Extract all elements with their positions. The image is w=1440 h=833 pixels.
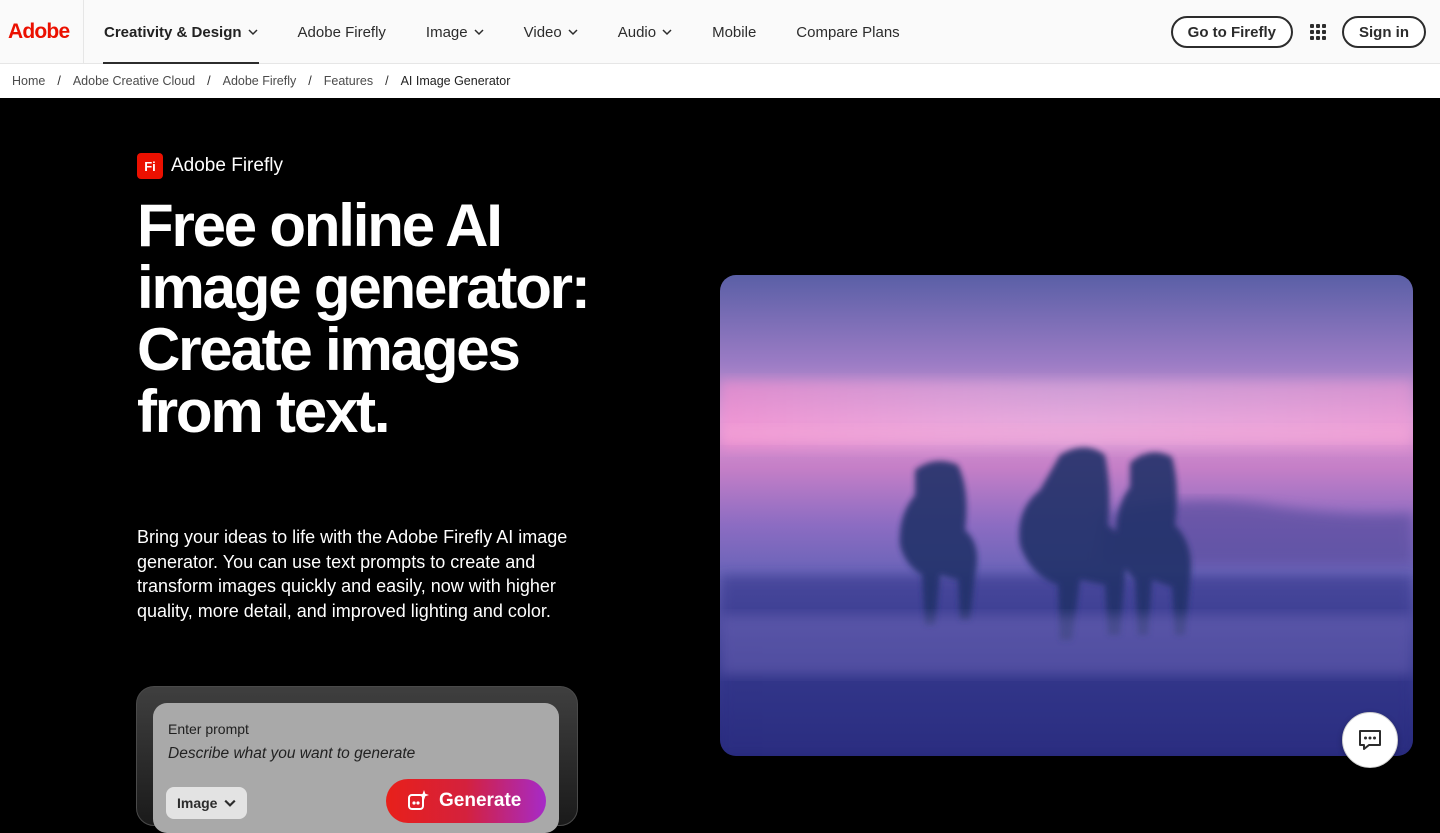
- nav-item-image[interactable]: Image: [426, 0, 484, 64]
- generation-type-dropdown[interactable]: Image: [166, 787, 248, 819]
- breadcrumb-features[interactable]: Features: [324, 74, 373, 88]
- horses-image: [720, 275, 1413, 756]
- prompt-panel: Enter prompt Image Generate: [136, 686, 578, 833]
- firefly-logo-icon: Fi: [137, 153, 163, 179]
- chat-button[interactable]: [1342, 712, 1398, 768]
- breadcrumb-home[interactable]: Home: [12, 74, 45, 88]
- logo-divider: [83, 0, 84, 64]
- breadcrumb-separator: /: [308, 74, 312, 88]
- main-menu: Creativity & Design Adobe Firefly Image …: [103, 0, 940, 64]
- breadcrumb-separator: /: [207, 74, 211, 88]
- breadcrumb-current-page: AI Image Generator: [400, 74, 511, 88]
- nav-item-audio[interactable]: Audio: [618, 0, 672, 64]
- product-name: Adobe Firefly: [171, 155, 283, 176]
- breadcrumb-creative-cloud[interactable]: Adobe Creative Cloud: [73, 74, 195, 88]
- hero-description: Bring your ideas to life with the Adobe …: [137, 527, 568, 621]
- nav-item-label: Audio: [617, 23, 657, 41]
- product-brand: Fi Adobe Firefly: [137, 153, 283, 179]
- chevron-down-icon: [224, 799, 237, 807]
- nav-item-label: Creativity & Design: [104, 23, 242, 41]
- generate-button-label: Generate: [439, 790, 522, 811]
- nav-item-adobe-firefly[interactable]: Adobe Firefly: [298, 0, 386, 64]
- nav-item-creativity-design[interactable]: Creativity & Design: [103, 0, 259, 64]
- generation-type-value: Image: [177, 795, 218, 811]
- breadcrumb-separator: /: [57, 74, 61, 88]
- nav-item-label: Video: [523, 23, 562, 41]
- chevron-down-icon: [248, 29, 258, 36]
- nav-item-label: Image: [425, 23, 468, 41]
- hero-image: [720, 275, 1413, 756]
- prompt-card: Enter prompt Image Generate: [153, 703, 559, 833]
- breadcrumb-separator: /: [385, 74, 389, 88]
- breadcrumb: Home / Adobe Creative Cloud / Adobe Fire…: [0, 64, 1440, 98]
- sign-in-button[interactable]: Sign in: [1342, 16, 1426, 48]
- breadcrumb-adobe-firefly[interactable]: Adobe Firefly: [223, 74, 297, 88]
- nav-item-compare-plans[interactable]: Compare Plans: [796, 0, 899, 64]
- sparkle-generate-icon: [408, 790, 429, 810]
- top-navigation: Adobe Creativity & Design Adobe Firefly …: [0, 0, 1440, 64]
- adobe-logo[interactable]: Adobe: [8, 20, 70, 44]
- nav-item-label: Compare Plans: [796, 23, 900, 41]
- prompt-label: Enter prompt: [168, 721, 249, 737]
- generate-button[interactable]: Generate: [386, 779, 546, 823]
- nav-item-video[interactable]: Video: [524, 0, 578, 64]
- nav-item-label: Mobile: [712, 23, 757, 41]
- go-to-firefly-button[interactable]: Go to Firefly: [1170, 16, 1293, 48]
- nav-item-mobile[interactable]: Mobile: [712, 0, 756, 64]
- nav-actions: Go to Firefly Sign in: [1170, 16, 1426, 48]
- chevron-down-icon: [474, 29, 484, 36]
- hero-section: Fi Adobe Firefly Free online AI image ge…: [0, 98, 1440, 833]
- chevron-down-icon: [662, 29, 672, 36]
- page-title: Free online AI image generator: Create i…: [137, 192, 591, 445]
- nav-item-label: Adobe Firefly: [297, 23, 386, 41]
- prompt-input[interactable]: [168, 745, 538, 763]
- chevron-down-icon: [568, 29, 578, 36]
- chat-bubble-icon: [1359, 730, 1381, 750]
- app-grid-icon[interactable]: [1310, 24, 1326, 40]
